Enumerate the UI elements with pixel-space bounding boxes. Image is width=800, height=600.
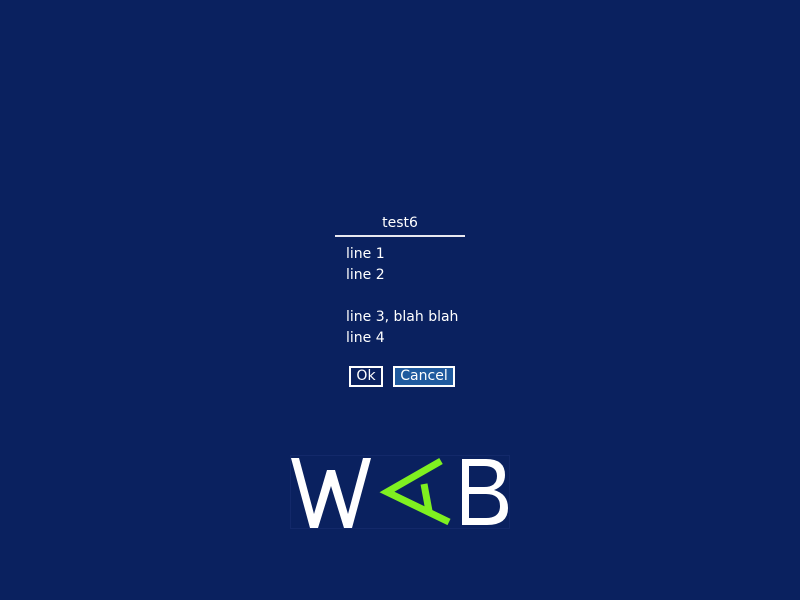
logo-letter-b	[462, 459, 508, 525]
message-line	[346, 286, 546, 307]
wab-logo-graphic	[291, 457, 508, 528]
desktop-screen: test6 line 1 line 2 line 3, blah blah li…	[0, 0, 800, 600]
dialog-title: test6	[382, 215, 418, 231]
message-line: line 2	[346, 267, 385, 283]
title-underline	[335, 235, 465, 237]
message-line: line 4	[346, 330, 385, 346]
message-line: line 1	[346, 246, 385, 262]
message-line: line 3, blah blah	[346, 309, 459, 325]
wab-logo	[290, 455, 510, 529]
logo-letter-w	[291, 458, 371, 528]
logo-letter-a-crossbar	[420, 483, 433, 512]
ok-button[interactable]: Ok	[349, 366, 383, 387]
dialog-message: line 1 line 2 line 3, blah blah line 4	[346, 244, 546, 349]
logo-letter-a	[379, 457, 451, 526]
cancel-button[interactable]: Cancel	[393, 366, 455, 387]
